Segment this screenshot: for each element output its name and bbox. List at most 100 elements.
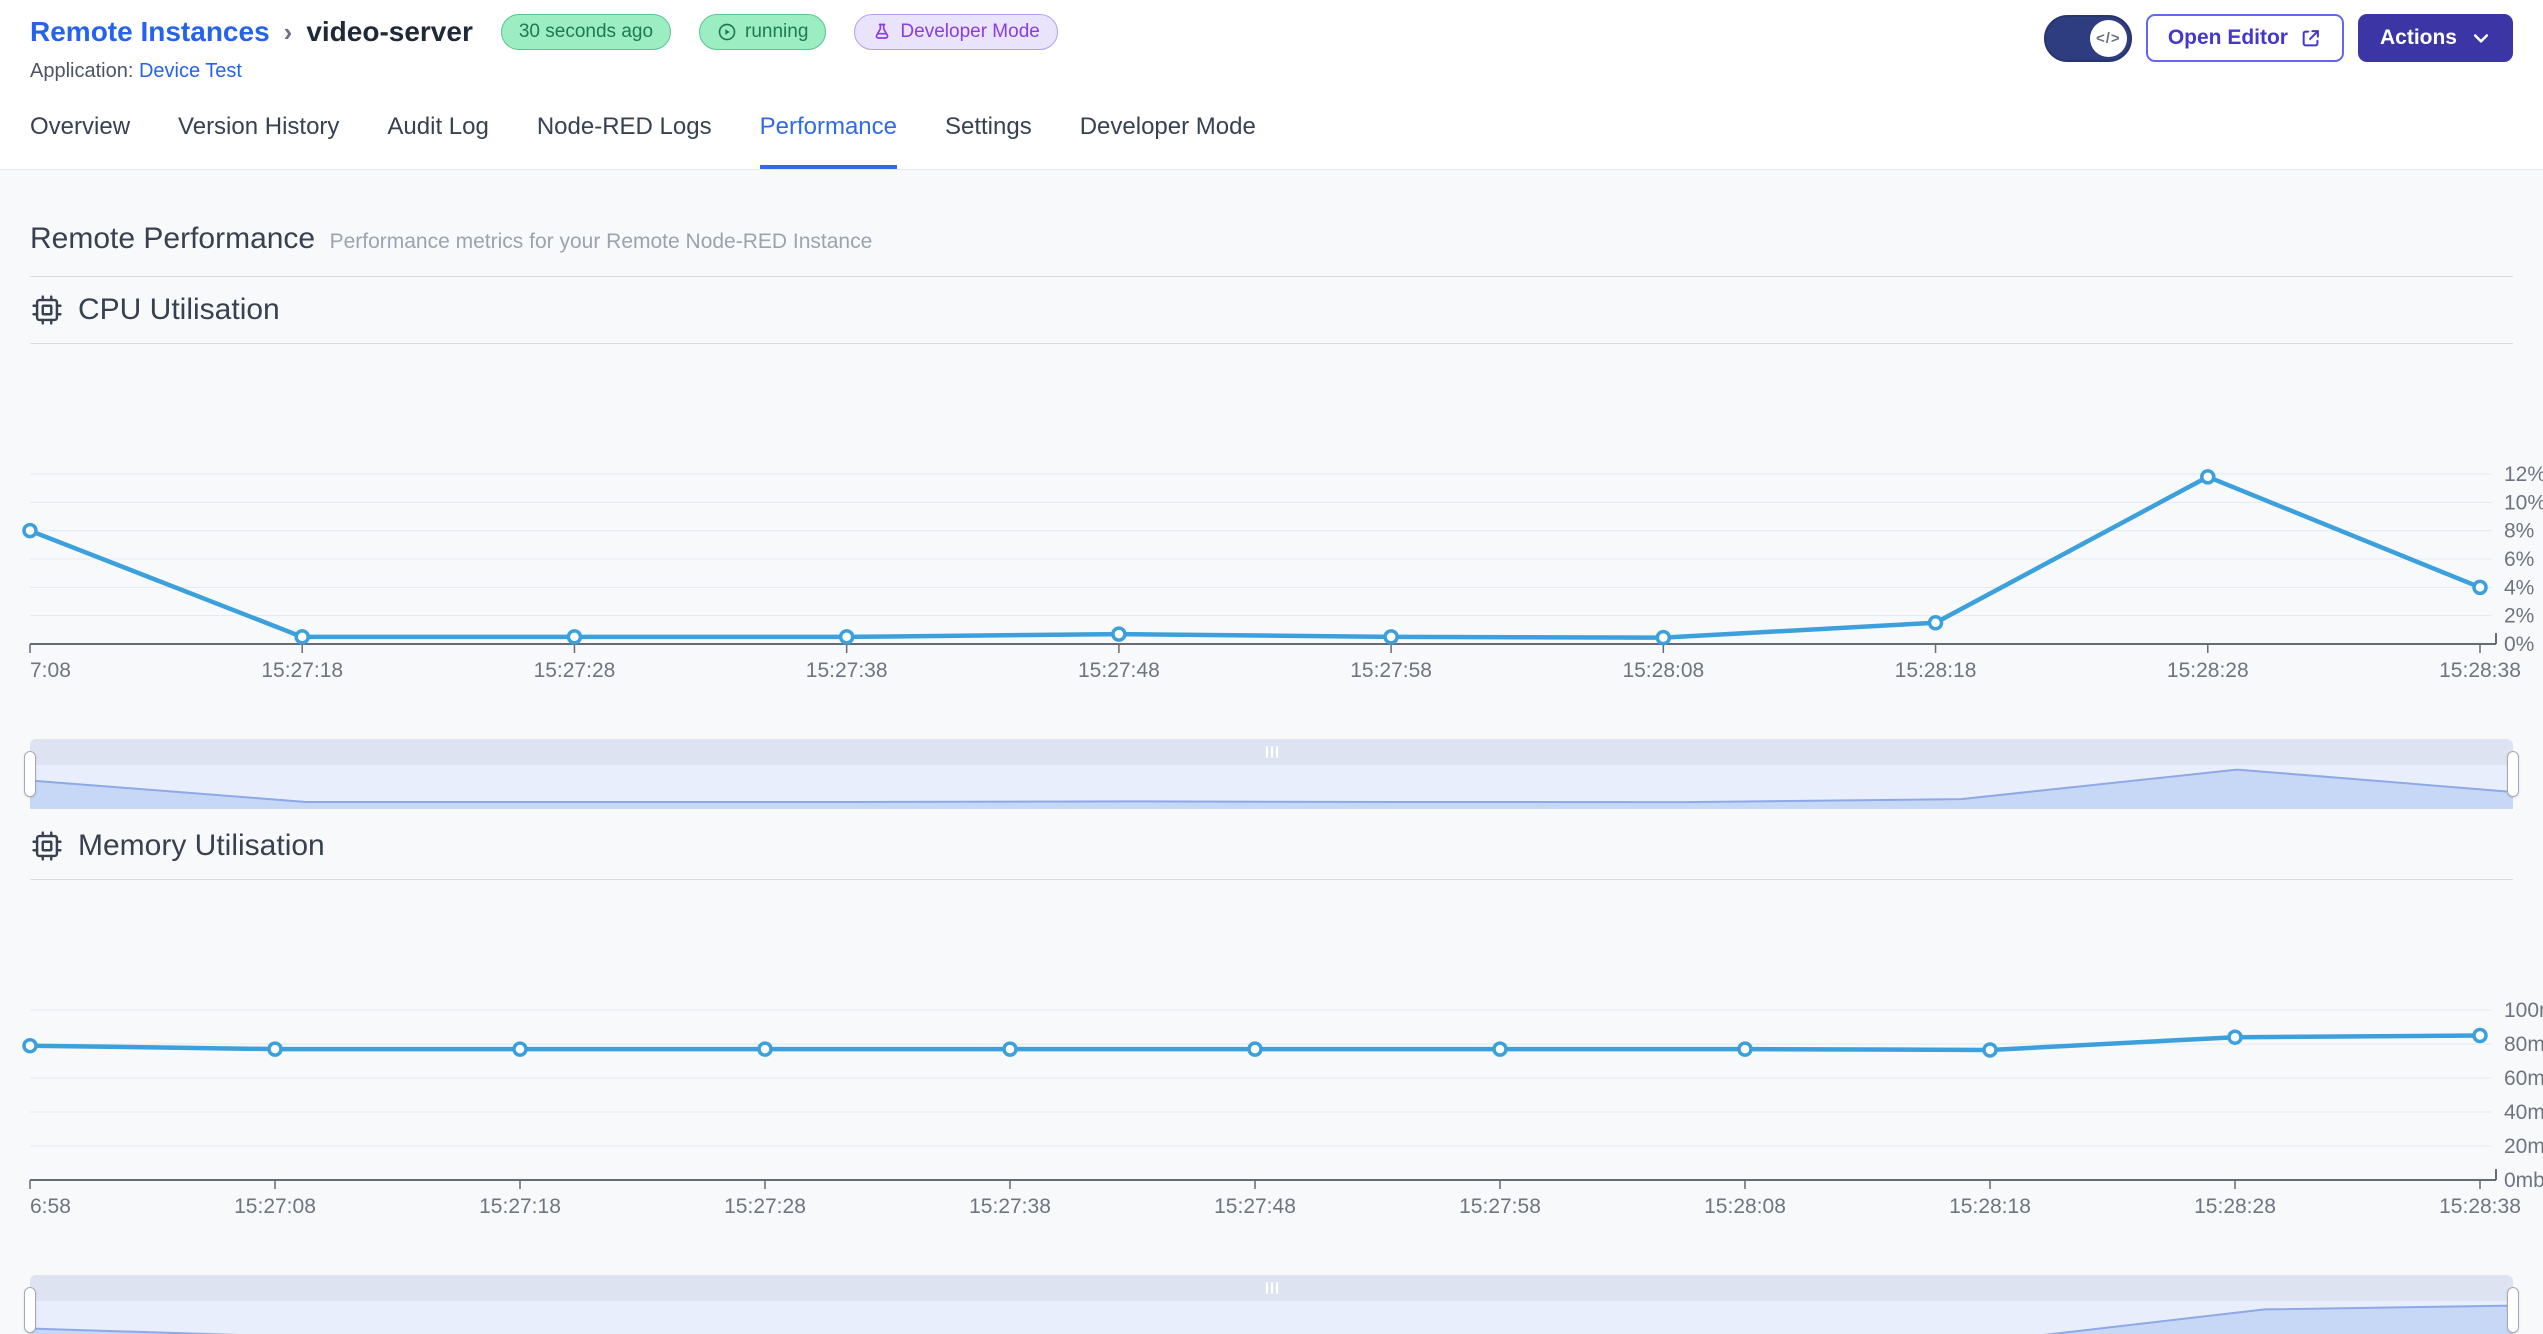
- tab-node-red-logs[interactable]: Node-RED Logs: [537, 113, 712, 169]
- memory-brush-minimap[interactable]: [30, 1301, 2513, 1334]
- svg-text:6:58: 6:58: [30, 1195, 71, 1218]
- status-label: running: [745, 21, 809, 42]
- svg-text:15:27:58: 15:27:58: [1350, 659, 1432, 682]
- svg-text:15:28:38: 15:28:38: [2439, 1195, 2521, 1218]
- developer-mode-toggle[interactable]: </>: [2043, 14, 2132, 62]
- last-seen-badge: 30 seconds ago: [500, 14, 672, 50]
- last-seen-label: 30 seconds ago: [518, 21, 654, 42]
- svg-text:15:28:18: 15:28:18: [1949, 1195, 2031, 1218]
- performance-page: Remote Performance Performance metrics f…: [0, 170, 2543, 1334]
- svg-text:10%: 10%: [2504, 491, 2543, 514]
- grip-icon: [1265, 746, 1268, 758]
- application-label: Application:: [30, 60, 134, 82]
- tab-developer-mode[interactable]: Developer Mode: [1080, 113, 1256, 169]
- svg-text:80mb: 80mb: [2504, 1033, 2543, 1056]
- tab-overview[interactable]: Overview: [30, 113, 130, 169]
- cpu-brush-handle-right[interactable]: [2507, 751, 2519, 797]
- memory-section-title: Memory Utilisation: [78, 829, 325, 862]
- svg-text:6%: 6%: [2504, 548, 2534, 571]
- cpu-section-header: CPU Utilisation: [30, 293, 2513, 344]
- svg-text:15:27:38: 15:27:38: [969, 1195, 1051, 1218]
- memory-chart-brush[interactable]: [24, 1275, 2519, 1334]
- svg-text:15:27:48: 15:27:48: [1214, 1195, 1296, 1218]
- application-row: Application: Device Test: [30, 60, 1058, 83]
- svg-text:15:28:38: 15:28:38: [2439, 659, 2521, 682]
- svg-text:100mb: 100mb: [2504, 999, 2543, 1022]
- play-circle-icon: [718, 23, 736, 41]
- svg-text:8%: 8%: [2504, 520, 2534, 543]
- page-title: Remote Performance: [30, 222, 316, 255]
- breadcrumb-current-instance: video-server: [306, 16, 473, 47]
- svg-text:40mb: 40mb: [2504, 1101, 2543, 1124]
- cpu-chart-brush[interactable]: [24, 739, 2519, 809]
- top-bar: Remote Instances › video-server 30 secon…: [0, 0, 2543, 83]
- svg-text:15:27:28: 15:27:28: [724, 1195, 806, 1218]
- svg-text:0mb: 0mb: [2504, 1169, 2543, 1192]
- developer-mode-label: Developer Mode: [900, 21, 1040, 42]
- svg-text:12%: 12%: [2504, 463, 2543, 486]
- svg-text:15:27:58: 15:27:58: [1459, 1195, 1541, 1218]
- developer-mode-badge: Developer Mode: [854, 14, 1058, 50]
- tab-performance[interactable]: Performance: [759, 113, 897, 169]
- svg-text:15:28:18: 15:28:18: [1895, 659, 1977, 682]
- application-link[interactable]: Device Test: [139, 60, 242, 82]
- brush-minimap-svg: [30, 765, 2513, 809]
- svg-text:4%: 4%: [2504, 576, 2534, 599]
- code-icon: </>: [2089, 19, 2127, 57]
- grip-icon: [1275, 746, 1278, 758]
- breadcrumb-separator-icon: ›: [283, 16, 293, 47]
- line-chart-svg: 0mb 20mb 40mb 60mb 80mb 100mb 6:58 15:27:08 15:2…: [22, 999, 2543, 1218]
- actions-label: Actions: [2379, 26, 2457, 49]
- svg-text:15:27:18: 15:27:18: [479, 1195, 561, 1218]
- cpu-brush-minimap[interactable]: [30, 765, 2513, 809]
- brush-minimap-svg: [30, 1301, 2513, 1334]
- status-badge: running: [699, 14, 827, 50]
- page-heading-row: Remote Performance Performance metrics f…: [30, 170, 2513, 277]
- breadcrumb-remote-instances[interactable]: Remote Instances: [30, 16, 270, 48]
- svg-text:2%: 2%: [2504, 605, 2534, 628]
- svg-text:15:27:38: 15:27:38: [806, 659, 888, 682]
- svg-text:7:08: 7:08: [30, 659, 71, 682]
- grip-icon: [1265, 1282, 1268, 1294]
- svg-text:15:27:28: 15:27:28: [534, 659, 616, 682]
- svg-text:20mb: 20mb: [2504, 1135, 2543, 1158]
- tab-settings[interactable]: Settings: [945, 113, 1032, 169]
- breadcrumb: Remote Instances › video-server 30 secon…: [30, 14, 1058, 50]
- memory-brush-drag-strip[interactable]: [30, 1275, 2513, 1301]
- tab-version-history[interactable]: Version History: [178, 113, 339, 169]
- tab-bar: Overview Version History Audit Log Node-…: [0, 113, 2543, 170]
- open-editor-button[interactable]: Open Editor: [2145, 14, 2344, 62]
- svg-text:60mb: 60mb: [2504, 1067, 2543, 1090]
- memory-brush-handle-left[interactable]: [24, 1287, 36, 1333]
- grip-icon: [1270, 746, 1273, 758]
- top-bar-left: Remote Instances › video-server 30 secon…: [30, 14, 1058, 83]
- cpu-brush-handle-left[interactable]: [24, 751, 36, 797]
- top-bar-actions: </> Open Editor Actions: [2043, 14, 2513, 62]
- cpu-brush-drag-strip[interactable]: [30, 739, 2513, 765]
- open-editor-label: Open Editor: [2167, 26, 2288, 49]
- line-chart-svg: 0% 2% 4% 6% 8% 10% 12% 7:08 15:27:18 15:27:28 15:2…: [22, 463, 2543, 682]
- memory-brush-handle-right[interactable]: [2507, 1287, 2519, 1333]
- grip-icon: [1270, 1282, 1273, 1294]
- external-link-icon: [2302, 30, 2319, 47]
- memory-section-header: Memory Utilisation: [30, 829, 2513, 880]
- actions-button[interactable]: Actions: [2357, 14, 2513, 62]
- svg-text:15:27:48: 15:27:48: [1078, 659, 1160, 682]
- svg-text:15:27:18: 15:27:18: [261, 659, 343, 682]
- tab-audit-log[interactable]: Audit Log: [387, 113, 488, 169]
- svg-text:15:28:28: 15:28:28: [2194, 1195, 2276, 1218]
- cpu-chip-icon: [32, 295, 62, 325]
- flask-icon: [876, 23, 889, 39]
- svg-text:15:27:08: 15:27:08: [234, 1195, 316, 1218]
- svg-text:0%: 0%: [2504, 633, 2534, 656]
- grip-icon: [1275, 1282, 1278, 1294]
- chevron-down-icon: [2473, 34, 2489, 43]
- svg-text:15:28:08: 15:28:08: [1622, 659, 1704, 682]
- cpu-chart-canvas: 0% 2% 4% 6% 8% 10% 12% 7:08 15:27:18 15:27:28 15:2…: [22, 344, 2543, 697]
- memory-chart-canvas: 0mb 20mb 40mb 60mb 80mb 100mb 6:58 15:27:08 15:2…: [22, 880, 2543, 1233]
- svg-text:15:28:08: 15:28:08: [1704, 1195, 1786, 1218]
- page-subtitle: Performance metrics for your Remote Node…: [329, 230, 873, 253]
- memory-chip-icon: [32, 831, 62, 861]
- svg-text:15:28:28: 15:28:28: [2167, 659, 2249, 682]
- cpu-section-title: CPU Utilisation: [78, 293, 280, 326]
